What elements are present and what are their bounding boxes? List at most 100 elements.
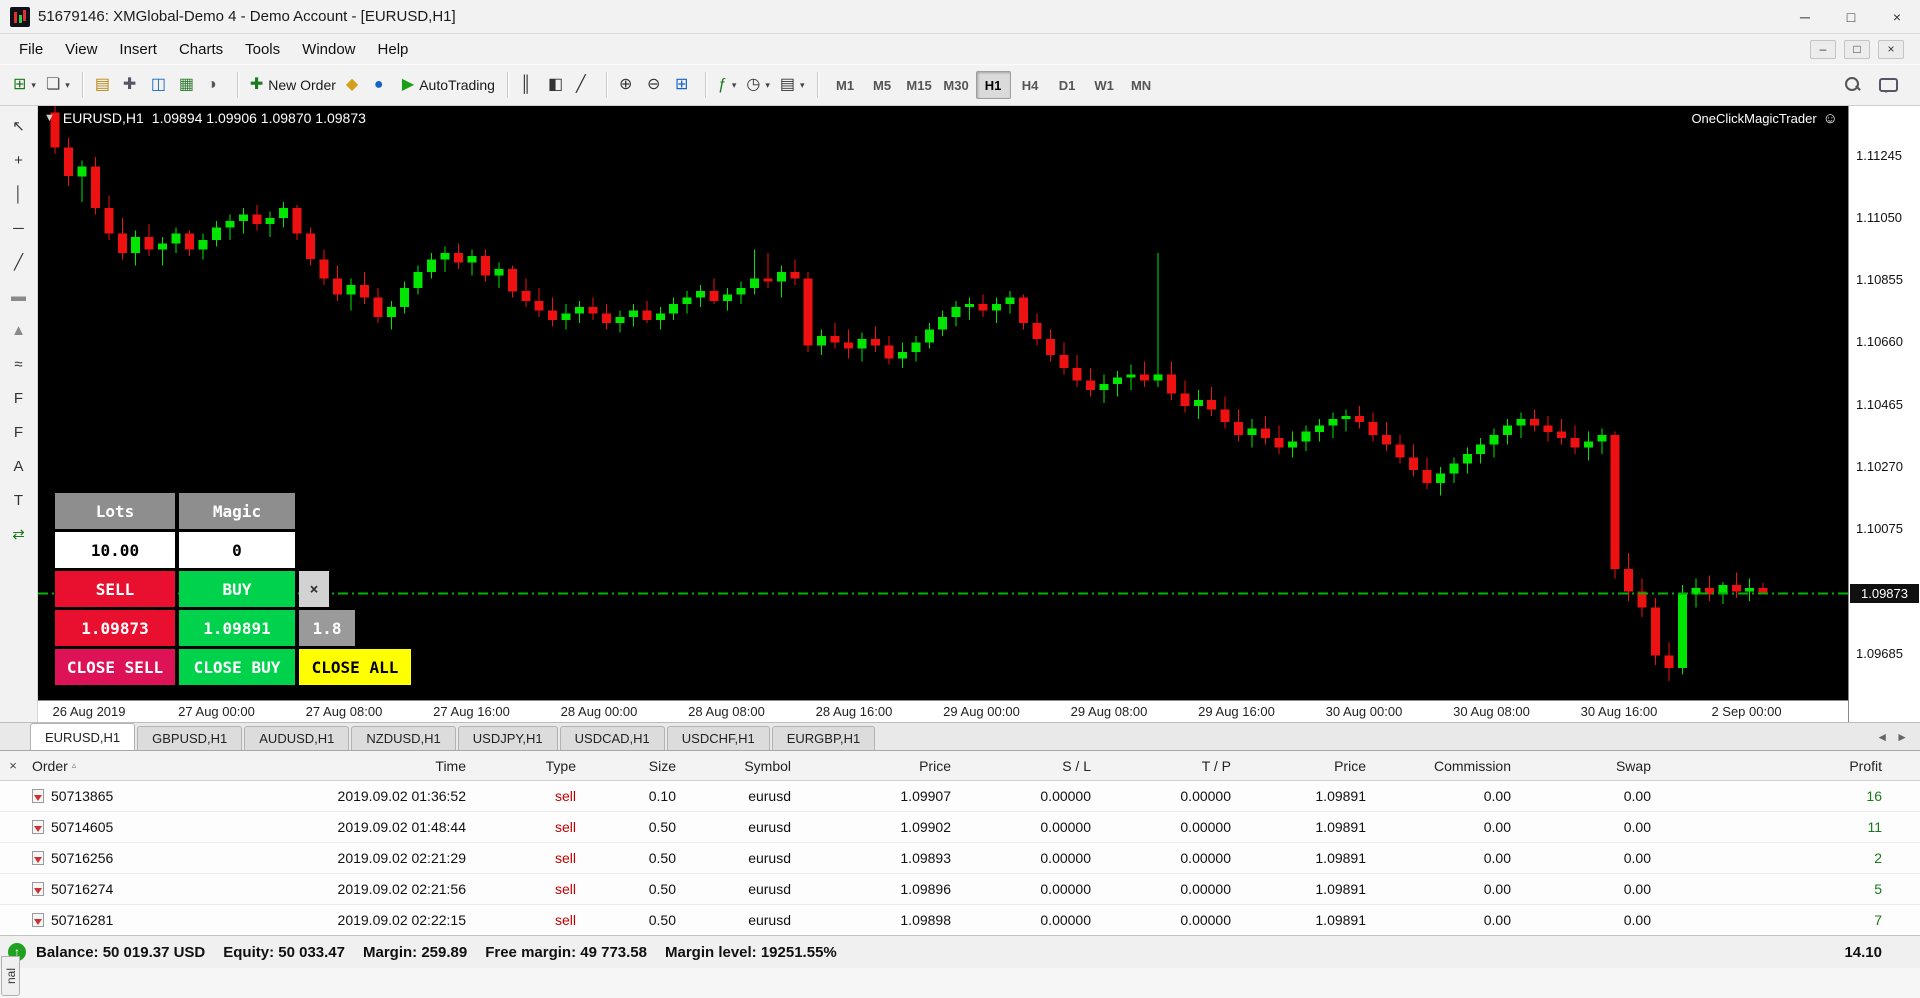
strategy-tester-button[interactable]: ◑: [202, 70, 230, 100]
tab-usdchfh1[interactable]: USDCHF,H1: [666, 726, 770, 750]
crosshair-tool[interactable]: +: [6, 148, 32, 172]
terminal-close-button[interactable]: ×: [5, 757, 21, 773]
timeframe-h4[interactable]: H4: [1013, 71, 1048, 99]
fibonacci-tool[interactable]: ≈: [6, 352, 32, 376]
order-row[interactable]: 50716256 2019.09.02 02:21:29 sell 0.50 eurus…: [0, 843, 1920, 874]
tab-usdcadh1[interactable]: USDCAD,H1: [559, 726, 665, 750]
panel-close-button[interactable]: ×: [299, 571, 329, 607]
vertical-line-tool[interactable]: │: [6, 182, 32, 206]
sell-button[interactable]: SELL: [55, 571, 175, 607]
lots-input[interactable]: 10.00: [55, 532, 175, 568]
timeframe-m30[interactable]: M30: [939, 71, 974, 99]
trendline-tool[interactable]: ╱: [6, 250, 32, 274]
menu-tools[interactable]: Tools: [234, 36, 291, 63]
col-type[interactable]: Type: [474, 751, 584, 780]
metaeditor-button[interactable]: ◆: [341, 70, 369, 100]
col-swap[interactable]: Swap: [1519, 751, 1659, 780]
timeframe-w1[interactable]: W1: [1087, 71, 1122, 99]
menu-insert[interactable]: Insert: [108, 36, 168, 63]
close-buy-button[interactable]: CLOSE BUY: [179, 649, 295, 685]
timeframe-m5[interactable]: M5: [865, 71, 900, 99]
order-row[interactable]: 50716274 2019.09.02 02:21:56 sell 0.50 eurus…: [0, 874, 1920, 905]
channel-tool[interactable]: F: [6, 386, 32, 410]
rectangle-tool[interactable]: ▬: [6, 284, 32, 308]
triangle-tool[interactable]: ▲: [6, 318, 32, 342]
col-order[interactable]: Order ▵: [24, 751, 154, 780]
cursor-tool[interactable]: ↖: [6, 114, 32, 138]
label-tool[interactable]: T: [6, 488, 32, 512]
close-all-button[interactable]: CLOSE ALL: [299, 649, 411, 685]
text-tool[interactable]: A: [6, 454, 32, 478]
restore-button[interactable]: □: [1828, 0, 1874, 33]
col-time[interactable]: Time: [154, 751, 474, 780]
new-order-button[interactable]: ✚ New Order: [245, 70, 341, 100]
new-chart-button[interactable]: ⊞ ▾: [8, 70, 41, 100]
order-row[interactable]: 50716281 2019.09.02 02:22:15 sell 0.50 eurus…: [0, 905, 1920, 936]
time-axis[interactable]: 26 Aug 2019 27 Aug 00:00 27 Aug 08:00 27 Au…: [38, 700, 1848, 722]
sort-indicator-icon: ▵: [71, 760, 77, 770]
bar-chart-mode-button[interactable]: ║: [515, 70, 543, 100]
search-icon[interactable]: [1845, 77, 1861, 93]
navigator-button[interactable]: ◫: [146, 70, 174, 100]
buy-button[interactable]: BUY: [179, 571, 295, 607]
arrows-tool[interactable]: ⇄: [6, 522, 32, 546]
col-close-price[interactable]: Price: [1239, 751, 1374, 780]
tab-audusdh1[interactable]: AUDUSD,H1: [244, 726, 350, 750]
chart-restore-button[interactable]: □: [1844, 39, 1870, 59]
indicators-button[interactable]: ƒ ▾: [713, 70, 741, 100]
close-button[interactable]: ×: [1874, 0, 1920, 33]
templates-button[interactable]: ▤ ▾: [775, 70, 810, 100]
tab-eurusdh1[interactable]: EURUSD,H1: [30, 723, 136, 750]
terminal-toggle-button[interactable]: ▦: [174, 70, 202, 100]
col-tp[interactable]: T / P: [1099, 751, 1239, 780]
menu-charts[interactable]: Charts: [168, 36, 234, 63]
tab-scroll-left-icon[interactable]: ◄: [1876, 730, 1888, 744]
col-profit[interactable]: Profit: [1659, 751, 1920, 780]
timeframe-m1[interactable]: M1: [828, 71, 863, 99]
timeframe-h1[interactable]: H1: [975, 71, 1011, 99]
mql5-community-button[interactable]: ●: [369, 70, 397, 100]
magic-input[interactable]: 0: [179, 532, 295, 568]
minimize-button[interactable]: ─: [1782, 0, 1828, 33]
profiles-button[interactable]: ❏ ▾: [41, 70, 75, 100]
cell-close-price: 1.09891: [1315, 788, 1366, 804]
tab-eurgbph1[interactable]: EURGBP,H1: [771, 726, 876, 750]
menu-window[interactable]: Window: [291, 36, 366, 63]
order-row[interactable]: 50714605 2019.09.02 01:48:44 sell 0.50 eurus…: [0, 812, 1920, 843]
ea-smiley-icon[interactable]: ☺: [1823, 110, 1838, 127]
tab-scroll-right-icon[interactable]: ►: [1896, 730, 1908, 744]
zoom-in-button[interactable]: ⊕: [614, 70, 642, 100]
order-row[interactable]: 50713865 2019.09.02 01:36:52 sell 0.10 eurus…: [0, 781, 1920, 812]
col-price[interactable]: Price: [799, 751, 959, 780]
close-sell-button[interactable]: CLOSE SELL: [55, 649, 175, 685]
menu-view[interactable]: View: [54, 36, 108, 63]
col-symbol[interactable]: Symbol: [684, 751, 799, 780]
line-chart-mode-button[interactable]: ╱: [571, 70, 599, 100]
col-commission[interactable]: Commission: [1374, 751, 1519, 780]
tab-nzdusdh1[interactable]: NZDUSD,H1: [351, 726, 456, 750]
timeframe-m15[interactable]: M15: [902, 71, 937, 99]
col-size[interactable]: Size: [584, 751, 684, 780]
tile-windows-button[interactable]: ⊞: [670, 70, 698, 100]
market-watch-button[interactable]: ▤: [90, 70, 118, 100]
fibo-expansion-tool[interactable]: F: [6, 420, 32, 444]
candlestick-mode-button[interactable]: ◧: [543, 70, 571, 100]
periods-button[interactable]: ◷ ▾: [741, 70, 775, 100]
one-click-toggle-icon[interactable]: ▼: [44, 112, 55, 124]
menu-help[interactable]: Help: [367, 36, 420, 63]
menu-file[interactable]: File: [8, 36, 54, 63]
chart-close-button[interactable]: ×: [1878, 39, 1904, 59]
data-window-button[interactable]: ✚: [118, 70, 146, 100]
timeframe-mn[interactable]: MN: [1124, 71, 1159, 99]
price-scale[interactable]: 1.09873 1.11245 1.11050 1.10855 1.10660 1.10…: [1848, 106, 1920, 722]
tab-gbpusdh1[interactable]: GBPUSD,H1: [137, 726, 243, 750]
zoom-out-button[interactable]: ⊖: [642, 70, 670, 100]
community-chat-icon[interactable]: [1879, 78, 1898, 93]
tab-usdjpyh1[interactable]: USDJPY,H1: [457, 726, 558, 750]
col-sl[interactable]: S / L: [959, 751, 1099, 780]
horizontal-line-tool[interactable]: ─: [6, 216, 32, 240]
chart-minimize-button[interactable]: –: [1810, 39, 1836, 59]
autotrading-button[interactable]: ▶ AutoTrading: [397, 70, 500, 100]
terminal-side-tab[interactable]: nal: [1, 956, 20, 996]
timeframe-d1[interactable]: D1: [1050, 71, 1085, 99]
